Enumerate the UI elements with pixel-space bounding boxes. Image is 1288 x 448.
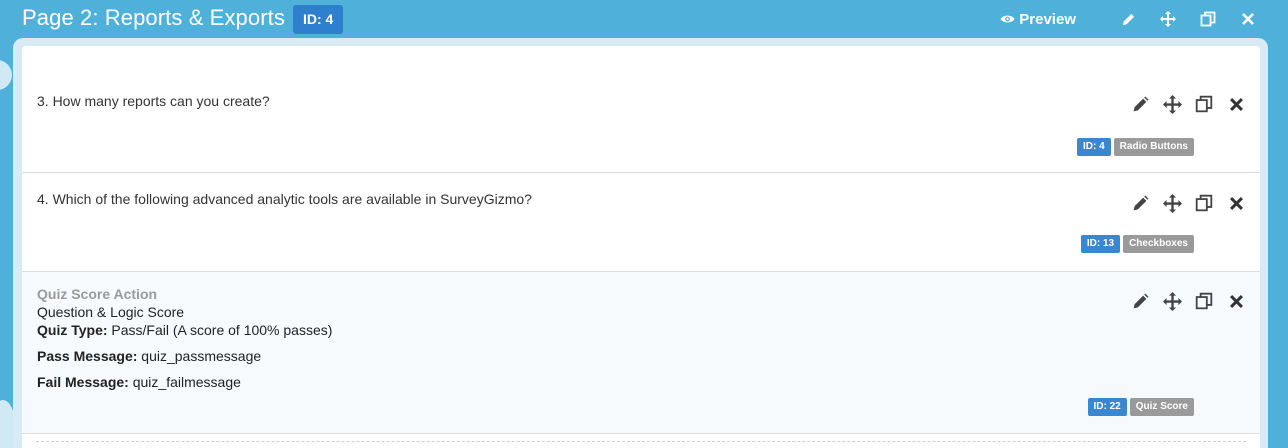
close-icon <box>1229 196 1243 210</box>
question-row[interactable]: 4. Which of the following advanced analy… <box>22 173 1260 272</box>
close-icon <box>1229 97 1243 111</box>
quiz-type-line: Quiz Type: Pass/Fail (A score of 100% pa… <box>37 322 332 338</box>
pass-message-line: Pass Message: quiz_passmessage <box>37 348 261 364</box>
edit-question-button[interactable] <box>1130 193 1150 213</box>
copy-icon <box>1195 194 1213 212</box>
delete-action-button[interactable] <box>1226 291 1246 311</box>
pencil-icon <box>1133 96 1148 111</box>
move-action-button[interactable] <box>1162 291 1182 311</box>
copy-question-button[interactable] <box>1194 193 1214 213</box>
edit-page-button[interactable] <box>1118 9 1138 29</box>
page-header: Page 2: Reports & Exports ID: 4 Preview <box>0 0 1288 38</box>
question-toolbar <box>1118 94 1246 114</box>
question-type-badge: Checkboxes <box>1123 235 1194 253</box>
decorative-blob <box>0 60 12 90</box>
delete-question-button[interactable] <box>1226 193 1246 213</box>
move-page-button[interactable] <box>1158 9 1178 29</box>
move-question-button[interactable] <box>1162 193 1182 213</box>
move-icon <box>1162 291 1182 311</box>
drop-zone-divider <box>36 441 1246 442</box>
question-tags: ID: 4 Radio Buttons <box>1074 138 1194 156</box>
delete-question-button[interactable] <box>1226 94 1246 114</box>
action-tags: ID: 22 Quiz Score <box>1085 398 1194 416</box>
quiz-score-action-row[interactable]: Quiz Score Action Question & Logic Score… <box>22 272 1260 434</box>
action-title: Quiz Score Action <box>37 286 158 302</box>
close-icon <box>1229 294 1243 308</box>
copy-icon <box>1200 11 1216 27</box>
copy-question-button[interactable] <box>1194 94 1214 114</box>
action-toolbar <box>1118 291 1246 311</box>
question-text: 4. Which of the following advanced analy… <box>37 191 532 207</box>
move-icon <box>1162 193 1182 213</box>
fail-message-label: Fail Message: <box>37 374 129 390</box>
move-icon <box>1160 11 1176 27</box>
move-question-button[interactable] <box>1162 94 1182 114</box>
question-id-badge: ID: 4 <box>1077 138 1111 156</box>
action-type-badge: Quiz Score <box>1129 398 1194 416</box>
question-id-badge: ID: 13 <box>1080 235 1121 253</box>
pencil-icon <box>1122 13 1134 25</box>
action-id-badge: ID: 22 <box>1087 398 1127 416</box>
delete-page-button[interactable] <box>1238 9 1258 29</box>
pass-message-label: Pass Message: <box>37 348 138 364</box>
question-tags: ID: 13 Checkboxes <box>1078 235 1194 253</box>
header-toolbar: Preview <box>1000 9 1258 29</box>
eye-icon <box>1000 15 1015 23</box>
action-subtitle: Question & Logic Score <box>37 304 185 320</box>
copy-icon <box>1195 95 1213 113</box>
copy-icon <box>1195 292 1213 310</box>
fail-message-value: quiz_failmessage <box>132 374 241 390</box>
pencil-icon <box>1133 195 1148 210</box>
close-icon <box>1242 13 1254 25</box>
question-toolbar <box>1118 193 1246 213</box>
fail-message-line: Fail Message: quiz_failmessage <box>37 374 241 390</box>
move-icon <box>1162 94 1182 114</box>
quiz-type-value: Pass/Fail (A score of 100% passes) <box>111 322 333 338</box>
edit-action-button[interactable] <box>1130 291 1150 311</box>
question-row[interactable]: 3. How many reports can you create? ID: … <box>22 73 1260 173</box>
preview-button[interactable]: Preview <box>1000 11 1076 28</box>
page-id-badge: ID: 4 <box>293 5 344 34</box>
question-type-badge: Radio Buttons <box>1113 138 1194 156</box>
edit-question-button[interactable] <box>1130 94 1150 114</box>
page-title: Page 2: Reports & Exports <box>22 5 285 30</box>
copy-page-button[interactable] <box>1198 9 1218 29</box>
copy-action-button[interactable] <box>1194 291 1214 311</box>
pass-message-value: quiz_passmessage <box>141 348 262 364</box>
preview-label: Preview <box>1019 10 1076 28</box>
quiz-type-label: Quiz Type: <box>37 322 108 338</box>
question-text: 3. How many reports can you create? <box>37 93 270 109</box>
pencil-icon <box>1133 293 1148 308</box>
